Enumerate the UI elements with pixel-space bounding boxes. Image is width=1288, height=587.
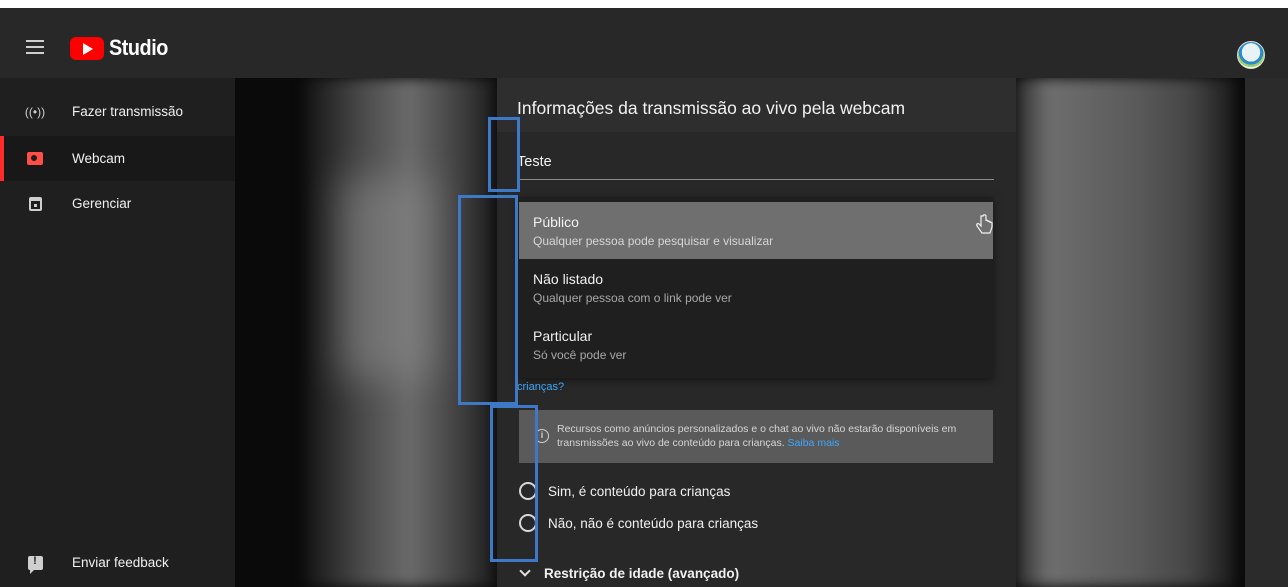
top-strip xyxy=(0,0,1288,8)
visibility-option-title: Não listado xyxy=(533,271,604,287)
dialog-header: Informações da transmissão ao vivo pela … xyxy=(497,78,1016,132)
visibility-option-subtitle: Só você pode ver xyxy=(533,348,627,362)
preview-blur-right xyxy=(1015,78,1235,587)
title-input-underline xyxy=(517,179,994,180)
sidebar-item-webcam[interactable]: Webcam xyxy=(0,136,235,181)
learn-more-link[interactable]: Saiba mais xyxy=(788,437,840,449)
hand-pointer-icon xyxy=(976,214,993,234)
radio-label: Sim, é conteúdo para crianças xyxy=(548,483,731,499)
studio-logo[interactable]: Studio xyxy=(70,35,174,60)
sidebar-item-label: Enviar feedback xyxy=(72,555,169,570)
age-restriction-toggle[interactable]: Restrição de idade (avançado) xyxy=(519,563,740,583)
sidebar-item-label: Fazer transmissão xyxy=(72,104,184,119)
calendar-icon xyxy=(27,196,43,212)
radio-label: Não, não é conteúdo para crianças xyxy=(548,515,759,531)
top-bar: Studio xyxy=(0,8,1288,78)
visibility-menu: Público Qualquer pessoa pode pesquisar e… xyxy=(519,197,993,378)
info-text-body: Recursos como anúncios personalizados e … xyxy=(557,423,957,449)
visibility-option-title: Particular xyxy=(533,328,593,344)
sidebar-item-label: Webcam xyxy=(72,151,126,166)
visibility-option-nao-listado[interactable]: Não listado Qualquer pessoa com o link p… xyxy=(519,259,993,316)
kids-content-link[interactable]: crianças? xyxy=(517,381,564,393)
radio-made-for-kids-yes[interactable]: Sim, é conteúdo para crianças xyxy=(519,480,730,502)
camera-icon xyxy=(27,151,43,167)
youtube-play-icon xyxy=(70,36,104,60)
menu-icon[interactable] xyxy=(26,40,44,54)
age-restriction-label: Restrição de idade (avançado) xyxy=(544,565,740,581)
annotation-box-3 xyxy=(490,405,538,562)
dialog-title: Informações da transmissão ao vivo pela … xyxy=(517,98,906,118)
visibility-option-subtitle: Qualquer pessoa com o link pode ver xyxy=(533,291,732,305)
preview-blur-right-edge xyxy=(1245,78,1288,587)
feedback-icon xyxy=(27,555,43,574)
title-input[interactable]: Teste xyxy=(517,154,994,170)
visibility-option-title: Público xyxy=(533,214,579,230)
broadcast-icon: ((•)) xyxy=(24,104,46,119)
kids-info-box: i Recursos como anúncios personalizados … xyxy=(519,410,993,463)
sidebar-item-gerenciar[interactable]: Gerenciar xyxy=(0,181,235,226)
annotation-box-2 xyxy=(458,195,518,405)
preview-blur-left-highlight xyxy=(340,178,435,378)
sidebar-item-fazer-transmissao[interactable]: ((•)) Fazer transmissão xyxy=(0,89,235,134)
sidebar: ((•)) Fazer transmissão Webcam Gerenciar… xyxy=(0,78,235,587)
visibility-option-subtitle: Qualquer pessoa pode pesquisar e visuali… xyxy=(533,234,774,248)
sidebar-item-feedback[interactable]: Enviar feedback xyxy=(0,540,235,585)
visibility-option-publico[interactable]: Público Qualquer pessoa pode pesquisar e… xyxy=(519,202,993,259)
visibility-option-particular[interactable]: Particular Só você pode ver xyxy=(519,316,993,373)
chevron-down-icon xyxy=(519,565,531,577)
kids-info-text: Recursos como anúncios personalizados e … xyxy=(557,422,987,450)
sidebar-item-label: Gerenciar xyxy=(72,196,132,211)
radio-made-for-kids-no[interactable]: Não, não é conteúdo para crianças xyxy=(519,512,758,534)
logo-text: Studio xyxy=(109,35,168,60)
avatar[interactable] xyxy=(1237,41,1265,69)
annotation-box-1 xyxy=(488,117,520,192)
